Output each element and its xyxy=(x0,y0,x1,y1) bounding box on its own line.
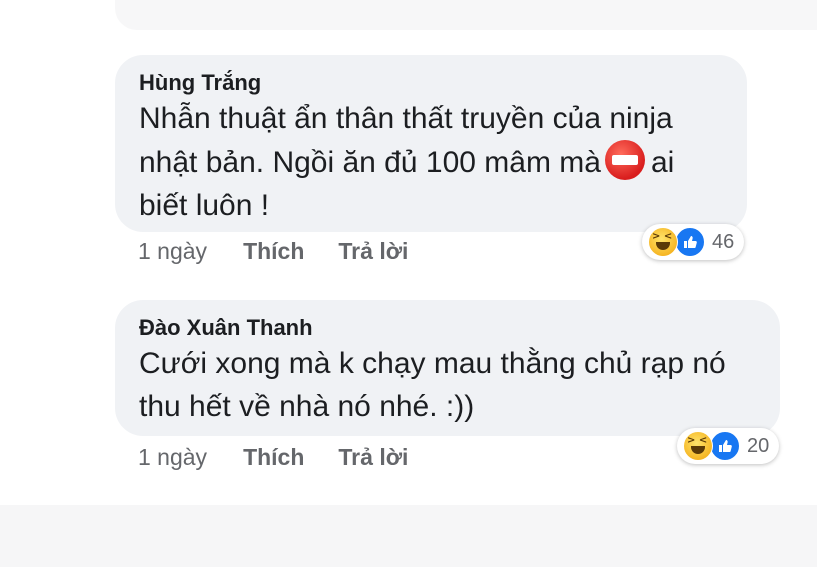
next-comment-area xyxy=(0,505,817,567)
comment-bubble: Đào Xuân Thanh Cưới xong mà k chạy mau t… xyxy=(115,300,780,436)
like-icon xyxy=(674,226,706,258)
haha-icon xyxy=(648,227,678,257)
comment-1: Hùng Trắng Nhẫn thuật ẩn thân thất truyề… xyxy=(115,55,747,232)
reaction-count: 46 xyxy=(712,230,735,253)
comment-text-part: Nhẫn thuật ẩn thân thất truyền của ninja… xyxy=(139,102,673,179)
no-entry-icon xyxy=(604,140,645,180)
like-button[interactable]: Thích xyxy=(243,238,304,265)
like-button[interactable]: Thích xyxy=(243,444,304,471)
haha-icon xyxy=(683,431,713,461)
reply-button[interactable]: Trả lời xyxy=(338,444,408,471)
reply-button[interactable]: Trả lời xyxy=(338,238,408,265)
comment-author[interactable]: Đào Xuân Thanh xyxy=(139,314,758,342)
comment-text: Cưới xong mà k chạy mau thằng chủ rạp nó… xyxy=(139,347,726,423)
like-icon xyxy=(709,430,741,462)
comment-timestamp[interactable]: 1 ngày xyxy=(138,238,207,265)
comment-actions: 1 ngày Thích Trả lời xyxy=(138,238,408,265)
comment-author[interactable]: Hùng Trắng xyxy=(139,69,725,97)
comment-text: Nhẫn thuật ẩn thân thất truyền của ninja… xyxy=(139,97,725,227)
reaction-count: 20 xyxy=(747,434,770,457)
comment-actions: 1 ngày Thích Trả lời xyxy=(138,444,408,471)
comment-timestamp[interactable]: 1 ngày xyxy=(138,444,207,471)
reactions-summary[interactable]: 20 xyxy=(677,428,780,464)
previous-comment-bubble-edge xyxy=(115,0,817,30)
reactions-summary[interactable]: 46 xyxy=(642,224,745,260)
comment-bubble: Hùng Trắng Nhẫn thuật ẩn thân thất truyề… xyxy=(115,55,747,232)
comment-2: Đào Xuân Thanh Cưới xong mà k chạy mau t… xyxy=(115,300,780,436)
